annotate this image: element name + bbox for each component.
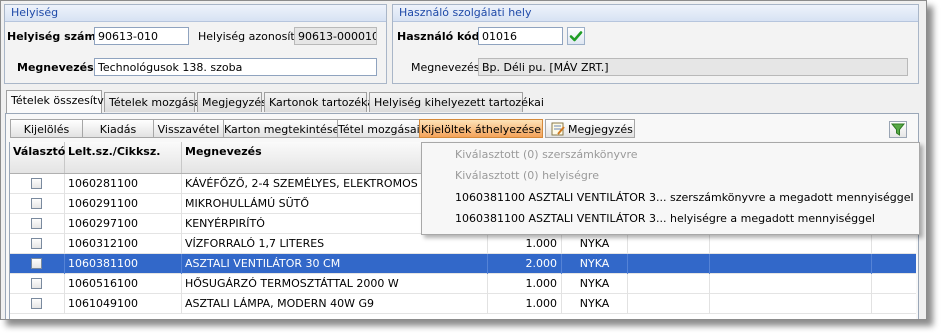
row-quantity: 1.000 (488, 234, 562, 254)
row-code: 1060312100 (65, 234, 182, 254)
row-select-cell[interactable] (10, 174, 65, 194)
helyiseg-group-title: Helyiség (5, 5, 386, 22)
application-window: Helyiség Helyiség szám: 90613-010 Helyis… (0, 0, 927, 320)
row-checkbox[interactable] (31, 178, 42, 189)
row-select-cell[interactable] (10, 294, 65, 314)
row-select-cell[interactable] (10, 214, 65, 234)
row-unit: NYKA (562, 294, 628, 314)
row-unit: NYKA (562, 234, 628, 254)
row-name: HŐSUGÁRZÓ TERMOSZTÁTTAL 2000 W (182, 274, 488, 294)
menu-item-kivalasztott-helyisegre[interactable]: Kiválasztott (0) helyiségre (455, 167, 599, 185)
hasznalo-megnevezes-label: Megnevezés: (411, 61, 484, 74)
table-row[interactable]: 1060516100 HŐSUGÁRZÓ TERMOSZTÁTTAL 2000 W… (10, 274, 916, 294)
tetel-mozgasai-button[interactable]: Tétel mozgásai (337, 119, 420, 138)
row-checkbox[interactable] (31, 218, 42, 229)
toolbar: Kijelölés Kiadás Visszavétel Karton megt… (3, 119, 913, 140)
row-code: 1060516100 (65, 274, 182, 294)
menu-item-kivalasztott-szerszamkonyvre[interactable]: Kiválasztott (0) szerszámkönyvre (455, 146, 638, 164)
helyiseg-azonosito-label: Helyiség azonosító: (198, 30, 306, 43)
hasznalo-megnevezes-field: Bp. Déli pu. [MÁV ZRT.] (478, 58, 908, 76)
filter-funnel-icon (890, 123, 906, 136)
row-name: ASZTALI LÁMPA, MODERN 40W G9 (182, 294, 488, 314)
row-extra-cell (628, 294, 710, 314)
row-extra-cell (628, 234, 710, 254)
row-checkbox[interactable] (31, 278, 42, 289)
row-extra-cell (710, 234, 872, 254)
tab-tetelek-osszesitve[interactable]: Tételek összesítve (6, 90, 111, 114)
hasznalo-kod-input[interactable]: 01016 (478, 27, 563, 45)
athelyezes-dropdown-menu: Kiválasztott (0) szerszámkönyvre Kiválas… (421, 142, 920, 235)
tab-helyiseg-kihelyezett-tartozekai[interactable]: Helyiség kihelyezett tartozékai (369, 92, 544, 112)
column-header-valaszto[interactable]: Választó (10, 142, 65, 173)
kiadas-button[interactable]: Kiadás (82, 119, 154, 138)
helyiseg-szam-input[interactable]: 90613-010 (94, 27, 189, 45)
menu-item-tetel-helyisegre[interactable]: 1060381100 ASZTALI VENTILÁTOR 3... helyi… (455, 210, 875, 228)
helyiseg-group: Helyiség Helyiség szám: 90613-010 Helyis… (4, 4, 387, 84)
green-check-icon (569, 31, 583, 42)
tab-megjegyzes[interactable]: Megjegyzés (197, 92, 267, 112)
row-extra-cell (710, 294, 872, 314)
hasznalo-group-title: Használó szolgálati hely (393, 5, 918, 22)
row-select-cell[interactable] (10, 234, 65, 254)
megjegyzes-button[interactable]: Megjegyzés (545, 119, 635, 138)
grid-header: Választó Lelt.sz./Cikksz. Megnevezés (10, 142, 422, 174)
row-unit: NYKA (562, 274, 628, 294)
tab-tetelek-mozgasai[interactable]: Tételek mozgásai (104, 92, 204, 112)
hasznalo-kod-label: Használó kód: (397, 30, 484, 43)
row-checkbox[interactable] (31, 258, 42, 269)
row-extra-cell (628, 254, 710, 274)
table-row[interactable]: 1060381100 ASZTALI VENTILÁTOR 30 CM 2.000 N… (10, 254, 916, 274)
kijeloltek-athelyezese-button[interactable]: Kijelöltek áthelyezése (419, 119, 543, 138)
row-extra-cell (628, 274, 710, 294)
row-quantity: 1.000 (488, 294, 562, 314)
filter-button[interactable] (889, 121, 907, 138)
column-header-leltsz[interactable]: Lelt.sz./Cikksz. (65, 142, 182, 173)
helyiseg-szam-label: Helyiség szám: (7, 30, 101, 43)
megjegyzes-button-label: Megjegyzés (568, 123, 633, 136)
note-icon (551, 122, 565, 136)
table-row[interactable]: 1061049100 ASZTALI LÁMPA, MODERN 40W G9 1.… (10, 294, 916, 314)
helyiseg-megnevezes-label: Megnevezés: (17, 61, 99, 74)
row-code: 1061049100 (65, 294, 182, 314)
menu-item-tetel-szerszamkonyvre[interactable]: 1060381100 ASZTALI VENTILÁTOR 3... szers… (455, 189, 914, 207)
table-row[interactable]: 1060312100 VÍZFORRALÓ 1,7 LITERES 1.000 NYK… (10, 234, 916, 254)
row-name: ASZTALI VENTILÁTOR 30 CM (182, 254, 488, 274)
row-checkbox[interactable] (31, 298, 42, 309)
kijeloles-button[interactable]: Kijelölés (10, 119, 83, 138)
row-name: VÍZFORRALÓ 1,7 LITERES (182, 234, 488, 254)
helyiseg-azonosito-field: 90613-000010 (294, 27, 377, 45)
row-code: 1060281100 (65, 174, 182, 194)
helyiseg-megnevezes-input[interactable]: Technológusok 138. szoba (94, 58, 377, 76)
confirm-button[interactable] (567, 27, 585, 45)
row-unit: NYKA (562, 254, 628, 274)
row-select-cell[interactable] (10, 274, 65, 294)
hasznalo-group: Használó szolgálati hely Használó kód: 0… (392, 4, 919, 84)
visszavetel-button[interactable]: Visszavétel (153, 119, 224, 138)
row-code: 1060291100 (65, 194, 182, 214)
row-select-cell[interactable] (10, 254, 65, 274)
row-quantity: 1.000 (488, 274, 562, 294)
tab-kartonok-tartozekai[interactable]: Kartonok tartozékai (264, 92, 377, 112)
row-code: 1060297100 (65, 214, 182, 234)
row-checkbox[interactable] (31, 238, 42, 249)
column-header-megnevezes[interactable]: Megnevezés (182, 142, 422, 173)
karton-megtekintese-button[interactable]: Karton megtekintése (223, 119, 339, 138)
row-select-cell[interactable] (10, 194, 65, 214)
row-code: 1060381100 (65, 254, 182, 274)
row-extra-cell (710, 254, 872, 274)
row-checkbox[interactable] (31, 198, 42, 209)
row-extra-cell (710, 274, 872, 294)
row-quantity: 2.000 (488, 254, 562, 274)
